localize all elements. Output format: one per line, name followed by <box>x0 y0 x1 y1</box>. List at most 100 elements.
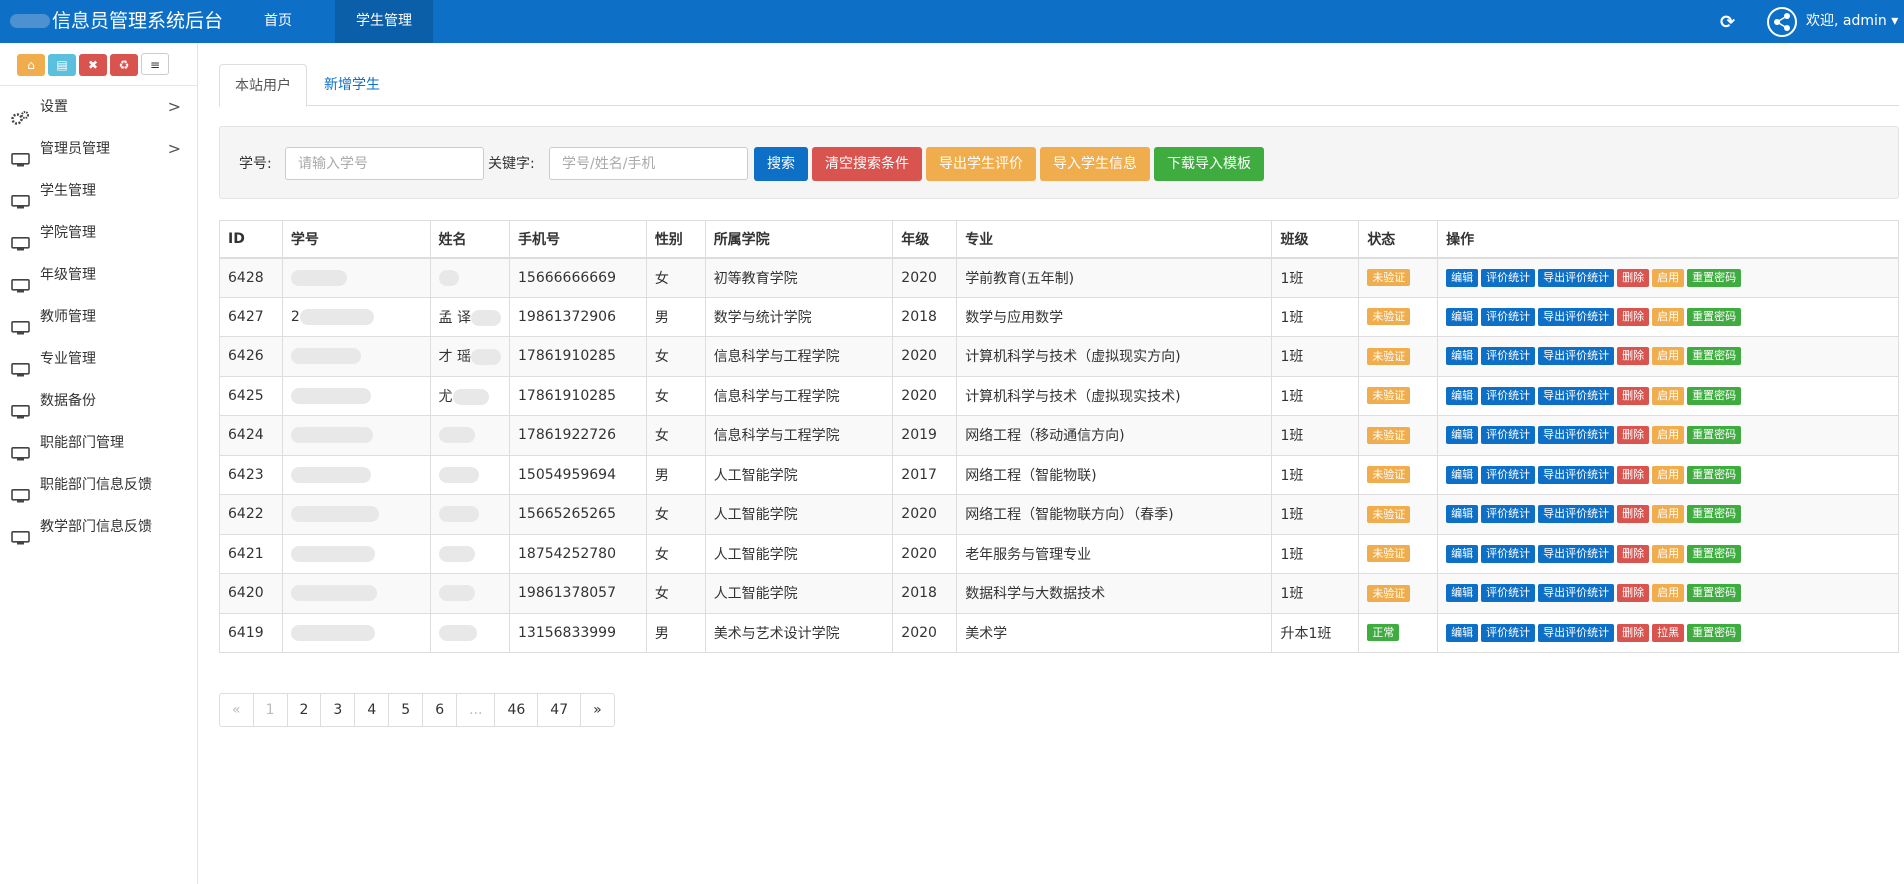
nav-student-management[interactable]: 学生管理 <box>335 0 433 43</box>
sidebar-item[interactable]: 学院管理 <box>0 212 197 254</box>
blacklist-button[interactable]: 拉黑 <box>1652 623 1685 642</box>
edit-button[interactable]: 编辑 <box>1446 386 1479 405</box>
user-menu[interactable]: 欢迎, admin ▾ <box>1806 0 1898 43</box>
list-icon[interactable]: ≡ <box>141 53 169 75</box>
page-item[interactable]: 2 <box>286 694 321 726</box>
enable-button[interactable]: 启用 <box>1652 505 1685 524</box>
page-item[interactable]: 6 <box>422 694 456 726</box>
recycle-icon[interactable]: ♻ <box>110 54 138 76</box>
delete-button[interactable]: 删除 <box>1617 505 1650 524</box>
reset-password-button[interactable]: 重置密码 <box>1687 623 1742 642</box>
enable-button[interactable]: 启用 <box>1652 386 1685 405</box>
evaluation-stats-button[interactable]: 评价统计 <box>1481 347 1536 366</box>
sidebar-item[interactable]: 管理员管理 > <box>0 128 197 170</box>
export-stats-button[interactable]: 导出评价统计 <box>1538 307 1615 326</box>
sidebar-item[interactable]: 教学部门信息反馈 <box>0 506 197 548</box>
reset-password-button[interactable]: 重置密码 <box>1687 584 1742 603</box>
export-stats-button[interactable]: 导出评价统计 <box>1538 268 1615 287</box>
edit-button[interactable]: 编辑 <box>1446 505 1479 524</box>
export-stats-button[interactable]: 导出评价统计 <box>1538 347 1615 366</box>
delete-button[interactable]: 删除 <box>1617 465 1650 484</box>
reset-password-button[interactable]: 重置密码 <box>1687 347 1742 366</box>
sidebar-item[interactable]: 职能部门管理 <box>0 422 197 464</box>
evaluation-stats-button[interactable]: 评价统计 <box>1481 268 1536 287</box>
export-evaluation-button[interactable]: 导出学生评价 <box>926 147 1036 181</box>
tab-site-users[interactable]: 本站用户 <box>219 64 307 107</box>
delete-button[interactable]: 删除 <box>1617 307 1650 326</box>
export-stats-button[interactable]: 导出评价统计 <box>1538 386 1615 405</box>
trash-icon[interactable]: ✖ <box>79 54 107 76</box>
page-item[interactable]: 46 <box>494 694 537 726</box>
page-item[interactable]: 3 <box>320 694 354 726</box>
enable-button[interactable]: 启用 <box>1652 465 1685 484</box>
reset-password-button[interactable]: 重置密码 <box>1687 307 1742 326</box>
page-item[interactable]: 4 <box>354 694 388 726</box>
file-icon[interactable]: ▤ <box>48 54 76 76</box>
edit-button[interactable]: 编辑 <box>1446 347 1479 366</box>
home-icon[interactable]: ⌂ <box>17 54 45 76</box>
evaluation-stats-button[interactable]: 评价统计 <box>1481 465 1536 484</box>
sidebar-item[interactable]: 数据备份 <box>0 380 197 422</box>
monitor-icon <box>11 520 30 545</box>
student-no-input[interactable] <box>285 147 484 180</box>
reset-password-button[interactable]: 重置密码 <box>1687 386 1742 405</box>
enable-button[interactable]: 启用 <box>1652 584 1685 603</box>
export-stats-button[interactable]: 导出评价统计 <box>1538 465 1615 484</box>
enable-button[interactable]: 启用 <box>1652 268 1685 287</box>
page-item[interactable]: 47 <box>537 694 580 726</box>
edit-button[interactable]: 编辑 <box>1446 623 1479 642</box>
nav-home[interactable]: 首页 <box>242 0 314 43</box>
sidebar-item[interactable]: 学生管理 <box>0 170 197 212</box>
evaluation-stats-button[interactable]: 评价统计 <box>1481 623 1536 642</box>
clear-search-button[interactable]: 清空搜索条件 <box>812 147 922 181</box>
refresh-icon[interactable]: ⟳ <box>1720 12 1735 33</box>
reset-password-button[interactable]: 重置密码 <box>1687 426 1742 445</box>
delete-button[interactable]: 删除 <box>1617 268 1650 287</box>
reset-password-button[interactable]: 重置密码 <box>1687 544 1742 563</box>
page-item[interactable]: 1 <box>252 694 287 726</box>
edit-button[interactable]: 编辑 <box>1446 465 1479 484</box>
evaluation-stats-button[interactable]: 评价统计 <box>1481 544 1536 563</box>
evaluation-stats-button[interactable]: 评价统计 <box>1481 584 1536 603</box>
evaluation-stats-button[interactable]: 评价统计 <box>1481 307 1536 326</box>
delete-button[interactable]: 删除 <box>1617 623 1650 642</box>
reset-password-button[interactable]: 重置密码 <box>1687 268 1742 287</box>
search-button[interactable]: 搜索 <box>754 147 808 181</box>
page-item[interactable]: 5 <box>388 694 422 726</box>
import-students-button[interactable]: 导入学生信息 <box>1040 147 1150 181</box>
delete-button[interactable]: 删除 <box>1617 347 1650 366</box>
enable-button[interactable]: 启用 <box>1652 307 1685 326</box>
export-stats-button[interactable]: 导出评价统计 <box>1538 544 1615 563</box>
sidebar-item[interactable]: 设置 > <box>0 86 197 128</box>
enable-button[interactable]: 启用 <box>1652 544 1685 563</box>
tab-add-student[interactable]: 新增学生 <box>309 64 395 107</box>
edit-button[interactable]: 编辑 <box>1446 426 1479 445</box>
delete-button[interactable]: 删除 <box>1617 544 1650 563</box>
evaluation-stats-button[interactable]: 评价统计 <box>1481 505 1536 524</box>
enable-button[interactable]: 启用 <box>1652 347 1685 366</box>
export-stats-button[interactable]: 导出评价统计 <box>1538 584 1615 603</box>
delete-button[interactable]: 删除 <box>1617 386 1650 405</box>
edit-button[interactable]: 编辑 <box>1446 544 1479 563</box>
export-stats-button[interactable]: 导出评价统计 <box>1538 505 1615 524</box>
page-next[interactable]: » <box>580 694 614 726</box>
edit-button[interactable]: 编辑 <box>1446 584 1479 603</box>
reset-password-button[interactable]: 重置密码 <box>1687 505 1742 524</box>
sidebar-item[interactable]: 职能部门信息反馈 <box>0 464 197 506</box>
enable-button[interactable]: 启用 <box>1652 426 1685 445</box>
edit-button[interactable]: 编辑 <box>1446 268 1479 287</box>
evaluation-stats-button[interactable]: 评价统计 <box>1481 386 1536 405</box>
reset-password-button[interactable]: 重置密码 <box>1687 465 1742 484</box>
sidebar-item[interactable]: 年级管理 <box>0 254 197 296</box>
delete-button[interactable]: 删除 <box>1617 584 1650 603</box>
export-stats-button[interactable]: 导出评价统计 <box>1538 426 1615 445</box>
edit-button[interactable]: 编辑 <box>1446 307 1479 326</box>
avatar[interactable] <box>1767 7 1797 37</box>
download-template-button[interactable]: 下载导入模板 <box>1154 147 1264 181</box>
evaluation-stats-button[interactable]: 评价统计 <box>1481 426 1536 445</box>
sidebar-item[interactable]: 教师管理 <box>0 296 197 338</box>
delete-button[interactable]: 删除 <box>1617 426 1650 445</box>
export-stats-button[interactable]: 导出评价统计 <box>1538 623 1615 642</box>
sidebar-item[interactable]: 专业管理 <box>0 338 197 380</box>
keyword-input[interactable] <box>549 147 748 180</box>
